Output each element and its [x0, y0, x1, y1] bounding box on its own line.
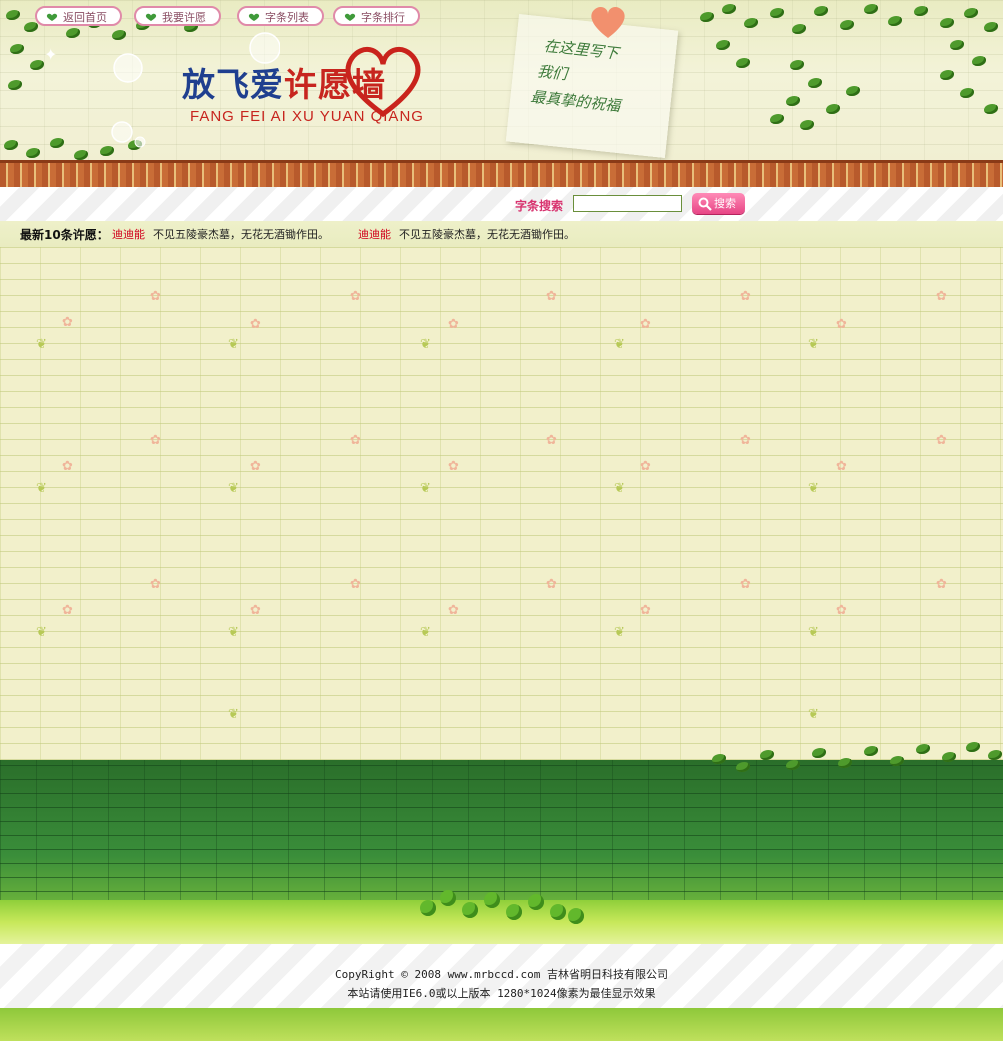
- flower-decoration: ✿: [62, 603, 73, 618]
- search-input[interactable]: [573, 195, 682, 212]
- sprout-decoration: ❦: [228, 707, 239, 722]
- flower-decoration: ✿: [936, 577, 947, 592]
- ticker-label: 最新10条许愿：: [20, 228, 109, 242]
- green-brick-wall: [0, 760, 1003, 920]
- flower-decoration: ✿: [250, 317, 261, 332]
- footer-copyright: CopyRight © 2008 www.mrbccd.com 吉林省明日科技有…: [335, 968, 668, 981]
- footer-notice: 本站请使用IE6.0或以上版本 1280*1024像素为最佳显示效果: [347, 987, 656, 1000]
- flower-decoration: ✿: [640, 603, 651, 618]
- sprout-decoration: ❦: [228, 625, 239, 640]
- flower-decoration: ✿: [448, 603, 459, 618]
- sprout-decoration: ❦: [614, 337, 625, 352]
- ticker-item-name: 迪迪能: [112, 228, 145, 241]
- sprout-decoration: ❦: [614, 625, 625, 640]
- grass-strip: [0, 900, 1003, 944]
- sprout-decoration: ❦: [36, 337, 47, 352]
- flower-decoration: ✿: [250, 603, 261, 618]
- flower-decoration: ✿: [150, 289, 161, 304]
- flower-decoration: ✿: [350, 433, 361, 448]
- heart-icon: [344, 13, 356, 21]
- ticker-item[interactable]: 迪迪能 不见五陵豪杰墓，无花无酒锄作田。: [112, 226, 329, 242]
- flower-decoration: ✿: [62, 459, 73, 474]
- nav-home-label: 返回首页: [63, 11, 107, 24]
- nav-note-list-button[interactable]: 字条列表: [237, 6, 324, 26]
- flower-decoration: ✿: [150, 577, 161, 592]
- sprout-decoration: ❦: [420, 481, 431, 496]
- wish-wall: ✿ ❦ ✿ ✿ ❦ ✿ ✿ ❦ ✿ ✿ ❦ ✿ ✿ ❦ ✿ ✿ ❦ ✿ ✿ ❦ …: [0, 247, 1003, 760]
- latest-wishes-ticker: 最新10条许愿： 迪迪能 不见五陵豪杰墓，无花无酒锄作田。 迪迪能 不见五陵豪杰墓，…: [0, 221, 1003, 248]
- search-button-label: 搜索: [714, 197, 736, 210]
- note-line-2: 我们: [536, 62, 569, 84]
- flower-decoration: ✿: [936, 289, 947, 304]
- flower-decoration: ✿: [546, 289, 557, 304]
- nav-note-list-label: 字条列表: [265, 11, 309, 24]
- pin-heart-icon: [591, 7, 625, 39]
- sprout-decoration: ❦: [808, 707, 819, 722]
- svg-text:✦: ✦: [44, 45, 57, 64]
- ticker-item[interactable]: 迪迪能 不见五陵豪杰墓，无花无酒锄作田。: [358, 226, 575, 242]
- flower-decoration: ✿: [836, 459, 847, 474]
- nav-bar: [0, 187, 1003, 221]
- search-button[interactable]: 搜索: [692, 193, 745, 214]
- sprout-decoration: ❦: [808, 481, 819, 496]
- search-icon: [698, 197, 712, 211]
- flower-decoration: ✿: [62, 315, 73, 330]
- flower-decoration: ✿: [740, 577, 751, 592]
- sprout-decoration: ❦: [808, 625, 819, 640]
- heart-icon: [145, 13, 157, 21]
- search-label: 字条搜索: [515, 199, 564, 213]
- nav-note-ranking-label: 字条排行: [361, 11, 405, 24]
- heart-icon: [46, 13, 58, 21]
- flower-decoration: ✿: [640, 459, 651, 474]
- logo-title: 放飞爱许愿墙: [182, 66, 424, 104]
- nav-make-wish-button[interactable]: 我要许愿: [134, 6, 221, 26]
- flower-decoration: ✿: [250, 459, 261, 474]
- sprout-decoration: ❦: [228, 337, 239, 352]
- nav-note-ranking-button[interactable]: 字条排行: [333, 6, 420, 26]
- bottom-grass: [0, 1008, 1003, 1041]
- nav-home-button[interactable]: 返回首页: [35, 6, 122, 26]
- sprout-decoration: ❦: [36, 625, 47, 640]
- flower-decoration: ✿: [836, 317, 847, 332]
- sprout-decoration: ❦: [808, 337, 819, 352]
- flower-decoration: ✿: [150, 433, 161, 448]
- flower-decoration: ✿: [350, 289, 361, 304]
- sparkle-decoration: ✦: [44, 45, 57, 64]
- note-line-3: 最真挚的祝福: [529, 87, 622, 115]
- sprout-decoration: ❦: [36, 481, 47, 496]
- footer: CopyRight © 2008 www.mrbccd.com 吉林省明日科技有…: [0, 944, 1003, 1008]
- flower-decoration: ✿: [836, 603, 847, 618]
- ticker-item-text: 不见五陵豪杰墓，无花无酒锄作田。: [153, 228, 329, 241]
- ticker-item-text: 不见五陵豪杰墓，无花无酒锄作田。: [399, 228, 575, 241]
- flower-decoration: ✿: [448, 317, 459, 332]
- sprout-decoration: ❦: [420, 625, 431, 640]
- roof-tiles: [0, 160, 1003, 190]
- flower-decoration: ✿: [640, 317, 651, 332]
- ticker-item-name: 迪迪能: [358, 228, 391, 241]
- logo-subtitle: FANG FEI AI XU YUAN QIANG: [190, 108, 424, 125]
- flower-decoration: ✿: [448, 459, 459, 474]
- flower-decoration: ✿: [350, 577, 361, 592]
- logo-title-part2: 许愿墙: [284, 65, 386, 104]
- nav-make-wish-label: 我要许愿: [162, 11, 206, 24]
- flower-decoration: ✿: [546, 433, 557, 448]
- site-logo[interactable]: 放飞爱许愿墙 FANG FEI AI XU YUAN QIANG: [182, 66, 424, 126]
- flower-decoration: ✿: [936, 433, 947, 448]
- heart-icon: [248, 13, 260, 21]
- sprout-decoration: ❦: [228, 481, 239, 496]
- sprout-decoration: ❦: [420, 337, 431, 352]
- flower-decoration: ✿: [546, 577, 557, 592]
- flower-decoration: ✿: [740, 433, 751, 448]
- flower-decoration: ✿: [740, 289, 751, 304]
- sprout-decoration: ❦: [614, 481, 625, 496]
- logo-title-part1: 放飞爱: [182, 65, 284, 104]
